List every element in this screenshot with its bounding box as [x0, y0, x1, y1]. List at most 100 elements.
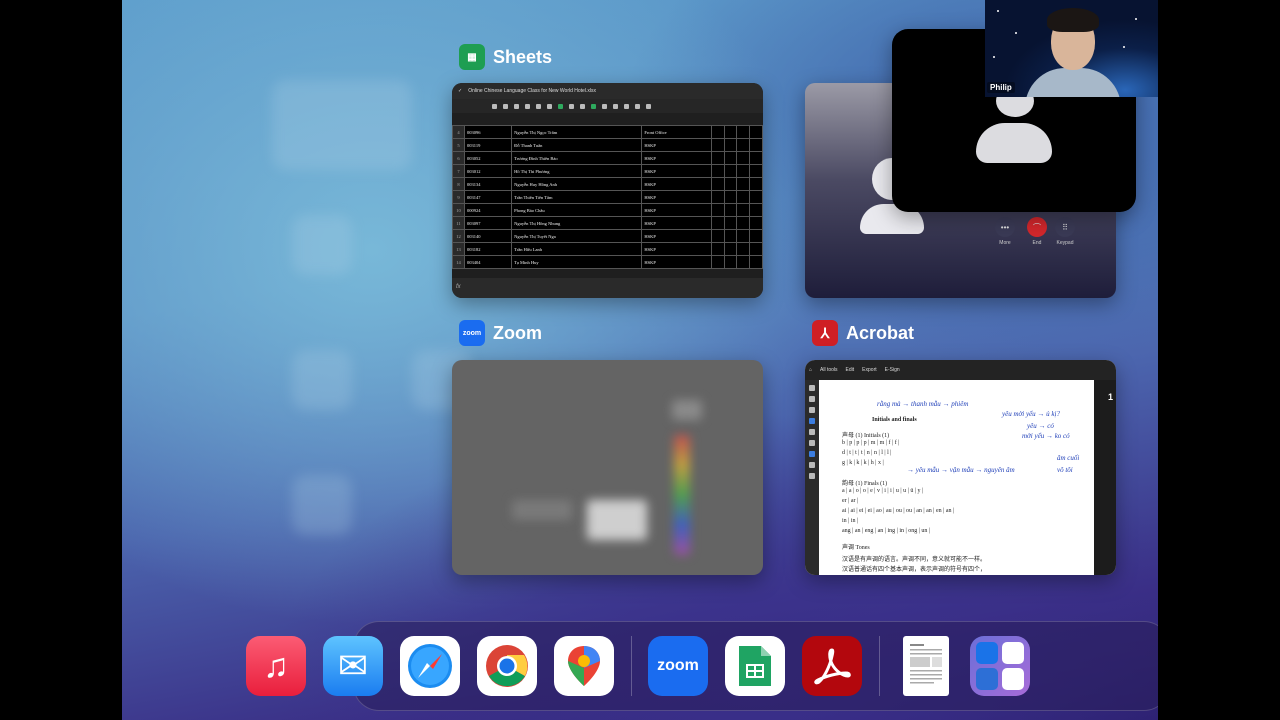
table-cell[interactable]	[736, 242, 751, 256]
table-cell[interactable]: 9	[452, 190, 465, 204]
table-cell[interactable]	[710, 125, 725, 139]
table-cell[interactable]: Hồ Thị Thi Phương	[511, 164, 643, 178]
table-cell[interactable]: 003140	[463, 229, 513, 243]
table-cell[interactable]	[710, 177, 725, 191]
table-cell[interactable]	[723, 164, 738, 178]
zoom-app-icon[interactable]: zoom	[648, 636, 708, 696]
table-cell[interactable]: 7	[452, 164, 465, 178]
highlight-tool-icon[interactable]	[809, 440, 815, 446]
table-cell[interactable]: Nguyễn Thị Tuyết Nga	[511, 229, 643, 243]
table-cell[interactable]: Đỗ Thanh Tuấn	[511, 138, 643, 152]
table-cell[interactable]: HSKP	[641, 177, 712, 191]
table-cell[interactable]	[749, 177, 763, 191]
table-cell[interactable]: 003097	[463, 216, 513, 230]
menu-all-tools[interactable]: All tools	[820, 367, 838, 373]
table-cell[interactable]: HSKP	[641, 242, 712, 256]
app-library-icon[interactable]	[970, 636, 1030, 696]
table-cell[interactable]: 5	[452, 138, 465, 152]
table-cell[interactable]	[736, 138, 751, 152]
zoom-app-label[interactable]: zoom Zoom	[459, 320, 542, 346]
table-cell[interactable]	[736, 229, 751, 243]
acrobat-app-label[interactable]: ⅄ Acrobat	[812, 320, 914, 346]
safari-app-icon[interactable]	[400, 636, 460, 696]
table-cell[interactable]: Front Office	[641, 125, 712, 139]
table-cell[interactable]	[736, 151, 751, 165]
menu-export[interactable]: Export	[862, 367, 876, 373]
google-maps-app-icon[interactable]	[554, 636, 614, 696]
table-cell[interactable]: HSKP	[641, 229, 712, 243]
menu-esign[interactable]: E-Sign	[885, 367, 900, 373]
table-cell[interactable]: 003182	[463, 242, 513, 256]
sheets-window-preview[interactable]: ✓ Online Chinese Language Class for New …	[452, 83, 763, 298]
sheets-app-icon[interactable]	[725, 636, 785, 696]
table-cell[interactable]	[736, 190, 751, 204]
table-cell[interactable]	[736, 255, 751, 269]
table-cell[interactable]: Trương Đình Thiên Bảo	[511, 151, 643, 165]
table-cell[interactable]: 003119	[463, 138, 513, 152]
table-cell[interactable]	[710, 255, 725, 269]
mail-app-icon[interactable]: ✉	[323, 636, 383, 696]
table-cell[interactable]: 003052	[463, 151, 513, 165]
table-cell[interactable]: 11	[452, 216, 465, 230]
table-cell[interactable]	[710, 216, 725, 230]
table-cell[interactable]: HSKP	[641, 255, 712, 269]
table-cell[interactable]: HSKP	[641, 138, 712, 152]
zoom-tool-icon[interactable]	[809, 396, 815, 402]
table-cell[interactable]: 000924	[463, 203, 513, 217]
webcam-video-feed[interactable]: Philip	[985, 0, 1158, 97]
table-cell[interactable]	[710, 138, 725, 152]
table-cell[interactable]: HSKP	[641, 151, 712, 165]
keypad-call-button[interactable]: ⠿ Keypad	[1055, 217, 1075, 246]
table-cell[interactable]: 14	[452, 255, 465, 269]
table-cell[interactable]: 003147	[463, 190, 513, 204]
table-cell[interactable]	[749, 229, 763, 243]
table-cell[interactable]: 6	[452, 151, 465, 165]
table-cell[interactable]: Nguyễn Thị Ngọc Trâm	[511, 125, 643, 139]
table-cell[interactable]	[749, 138, 763, 152]
table-cell[interactable]	[723, 125, 738, 139]
table-cell[interactable]	[736, 216, 751, 230]
table-cell[interactable]: 10	[452, 203, 465, 217]
table-cell[interactable]	[710, 242, 725, 256]
table-cell[interactable]	[723, 203, 738, 217]
acrobat-app-icon[interactable]	[802, 636, 862, 696]
table-cell[interactable]	[723, 229, 738, 243]
table-cell[interactable]	[749, 190, 763, 204]
table-cell[interactable]	[749, 242, 763, 256]
table-cell[interactable]	[749, 151, 763, 165]
table-cell[interactable]: HSKP	[641, 164, 712, 178]
table-cell[interactable]	[710, 203, 725, 217]
end-call-button[interactable]: ⌒ End	[1027, 217, 1047, 246]
table-cell[interactable]: 4	[452, 125, 465, 139]
table-cell[interactable]	[723, 138, 738, 152]
color-tool-icon[interactable]	[809, 451, 815, 457]
table-cell[interactable]: Trần Hữu Lanh	[511, 242, 643, 256]
table-cell[interactable]	[723, 177, 738, 191]
table-cell[interactable]	[723, 151, 738, 165]
table-cell[interactable]: Nguyễn Huy Hồng Anh	[511, 177, 643, 191]
table-cell[interactable]	[749, 216, 763, 230]
acrobat-window-preview[interactable]: ⌂ All tools Edit Export E-Sign Initials …	[805, 360, 1116, 575]
table-cell[interactable]	[736, 164, 751, 178]
table-cell[interactable]: 13	[452, 242, 465, 256]
select-tool-icon[interactable]	[809, 385, 815, 391]
table-cell[interactable]: 003096	[463, 125, 513, 139]
table-cell[interactable]	[736, 203, 751, 217]
eraser-tool-icon[interactable]	[809, 473, 815, 479]
recent-document-thumbnail[interactable]	[903, 636, 949, 696]
music-app-icon[interactable]: ♫	[246, 636, 306, 696]
table-cell[interactable]	[710, 229, 725, 243]
table-cell[interactable]	[749, 255, 763, 269]
line-tool-icon[interactable]	[809, 462, 815, 468]
table-cell[interactable]	[710, 164, 725, 178]
table-cell[interactable]: 12	[452, 229, 465, 243]
table-cell[interactable]: 8	[452, 177, 465, 191]
table-cell[interactable]: 003134	[463, 177, 513, 191]
table-cell[interactable]	[710, 190, 725, 204]
table-cell[interactable]: Nguyễn Thị Hồng Nhung	[511, 216, 643, 230]
chrome-app-icon[interactable]	[477, 636, 537, 696]
more-call-button[interactable]: ••• More	[995, 217, 1015, 246]
table-cell[interactable]	[723, 242, 738, 256]
table-cell[interactable]: HSKP	[641, 216, 712, 230]
table-cell[interactable]	[736, 177, 751, 191]
